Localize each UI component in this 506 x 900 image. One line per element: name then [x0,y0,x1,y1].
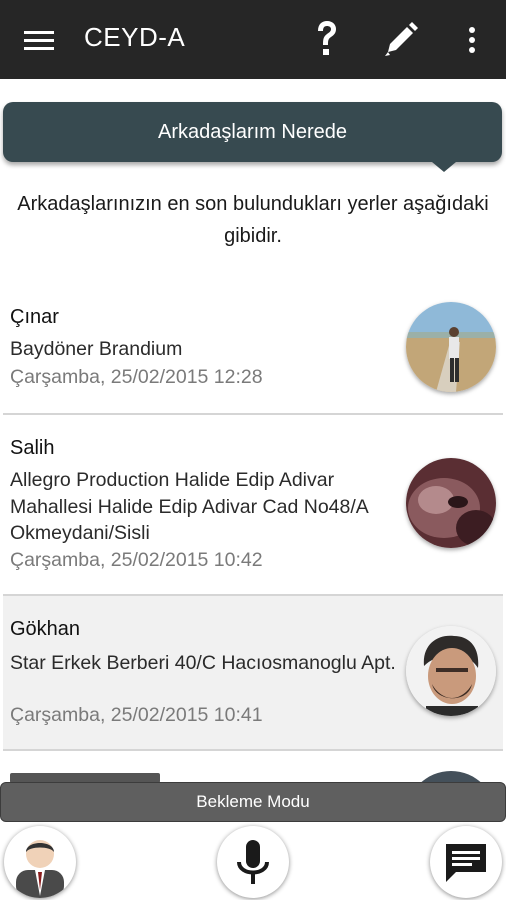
friend-row-partial[interactable] [3,751,503,782]
profile-icon [16,840,64,898]
speech-tail [432,162,456,172]
friend-avatar [406,458,496,548]
friend-name: Çınar [10,306,59,328]
app-title: CEYD-A [84,22,186,52]
app-bar: CEYD-A [0,0,506,79]
section-title: Arkadaşlarım Nerede [158,121,347,143]
friend-name-clipped [10,773,160,782]
help-button[interactable] [308,18,344,62]
menu-button[interactable] [20,24,58,56]
more-options-button[interactable] [462,18,482,62]
help-icon [318,21,336,55]
friend-location: Allegro Production Halide Edip Adivar Ma… [10,469,368,544]
friend-timestamp: Çarşamba, 25/02/2015 12:28 [10,366,263,388]
friend-name: Gökhan [10,618,81,640]
section-header-card: Arkadaşlarım Nerede [3,102,502,172]
friend-row[interactable]: Gökhan Star Erkek Berberi 40/C Hacıosman… [3,596,503,751]
friend-location: Baydöner Brandium [10,338,183,360]
friend-name: Salih [10,437,55,459]
menu-icon [24,31,54,50]
profile-button[interactable] [4,826,76,898]
standby-label: Bekleme Modu [196,792,310,811]
friend-avatar [406,626,496,716]
microphone-button[interactable] [217,826,289,898]
chat-button[interactable] [430,826,502,898]
microphone-icon [237,840,269,884]
chat-icon [446,844,486,882]
friend-timestamp: Çarşamba, 25/02/2015 10:42 [10,549,263,571]
bottom-action-bar [0,822,506,900]
more-vert-icon [469,27,475,53]
edit-icon [385,22,418,56]
friend-location: Star Erkek Berberi 40/C Hacıosmanoglu Ap… [10,652,396,674]
standby-mode-button[interactable]: Bekleme Modu [0,782,506,822]
friend-row[interactable]: Çınar Baydöner Brandium Çarşamba, 25/02/… [3,290,503,415]
friend-avatar [406,302,496,392]
friend-avatar [406,771,496,782]
description-text: Arkadaşlarınızın en son bulundukları yer… [17,193,489,247]
friend-row[interactable]: Salih Allegro Production Halide Edip Adi… [3,415,503,596]
friend-timestamp: Çarşamba, 25/02/2015 10:41 [10,704,263,726]
edit-button[interactable] [380,18,420,62]
